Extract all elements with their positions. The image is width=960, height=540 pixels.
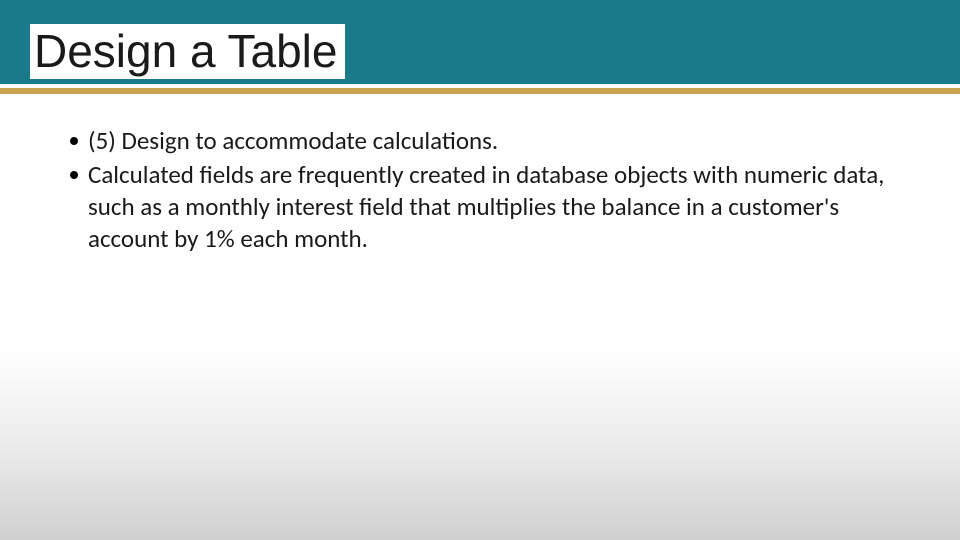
bullet-icon	[70, 137, 78, 145]
bullet-item: Calculated fields are frequently created…	[70, 159, 920, 255]
slide-content: (5) Design to accommodate calculations. …	[70, 125, 920, 257]
slide-title: Design a Table	[30, 24, 345, 79]
bullet-text: (5) Design to accommodate calculations.	[88, 125, 920, 157]
bullet-icon	[70, 171, 78, 179]
header-bar: Design a Table	[0, 0, 960, 84]
bullet-item: (5) Design to accommodate calculations.	[70, 125, 920, 157]
accent-line	[0, 88, 960, 94]
bullet-text: Calculated fields are frequently created…	[88, 159, 920, 255]
